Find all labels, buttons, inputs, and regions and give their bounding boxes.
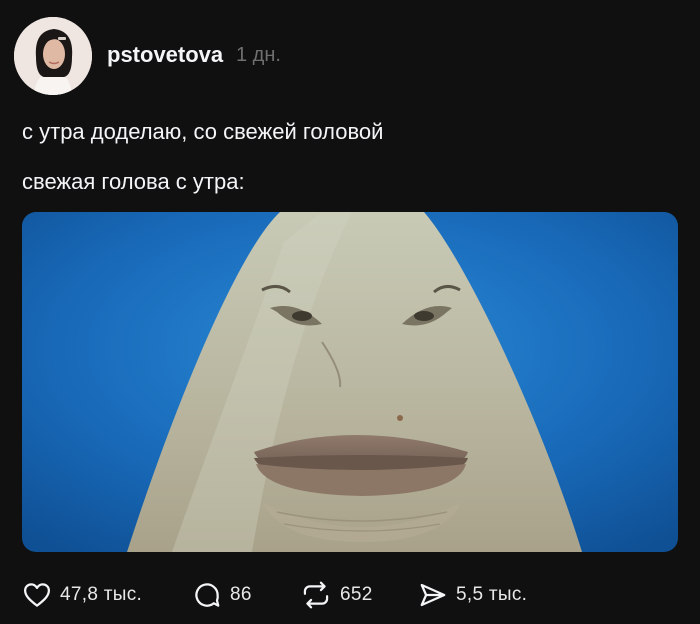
reply-button[interactable]: 86 xyxy=(192,574,252,616)
author-username[interactable]: pstovetova xyxy=(107,42,223,68)
post-timestamp[interactable]: 1 дн. xyxy=(236,44,281,67)
repost-icon xyxy=(303,581,329,609)
repost-button[interactable]: 652 xyxy=(300,574,373,616)
share-count: 5,5 тыс. xyxy=(456,584,528,605)
comment-icon xyxy=(195,583,220,607)
post-text-line: свежая голова с утра: xyxy=(22,169,245,194)
post-text-line: с утра доделаю, со свежей головой xyxy=(22,119,384,144)
heart-icon xyxy=(24,583,50,607)
post-image[interactable] xyxy=(22,212,678,552)
avatar-photo xyxy=(14,17,92,95)
like-count: 47,8 тыс. xyxy=(60,584,143,605)
shark-face-photo xyxy=(22,212,678,552)
share-button[interactable]: 5,5 тыс. xyxy=(418,574,527,616)
like-button[interactable]: 47,8 тыс. xyxy=(22,574,142,616)
post: pstovetova 1 дн. с утра доделаю, со свеж… xyxy=(0,0,700,624)
reply-count: 86 xyxy=(230,584,252,605)
avatar[interactable] xyxy=(14,17,92,95)
repost-count: 652 xyxy=(340,584,373,605)
send-icon xyxy=(420,583,446,607)
post-actions: 47,8 тыс. 86 652 5,5 тыс. xyxy=(0,574,700,616)
